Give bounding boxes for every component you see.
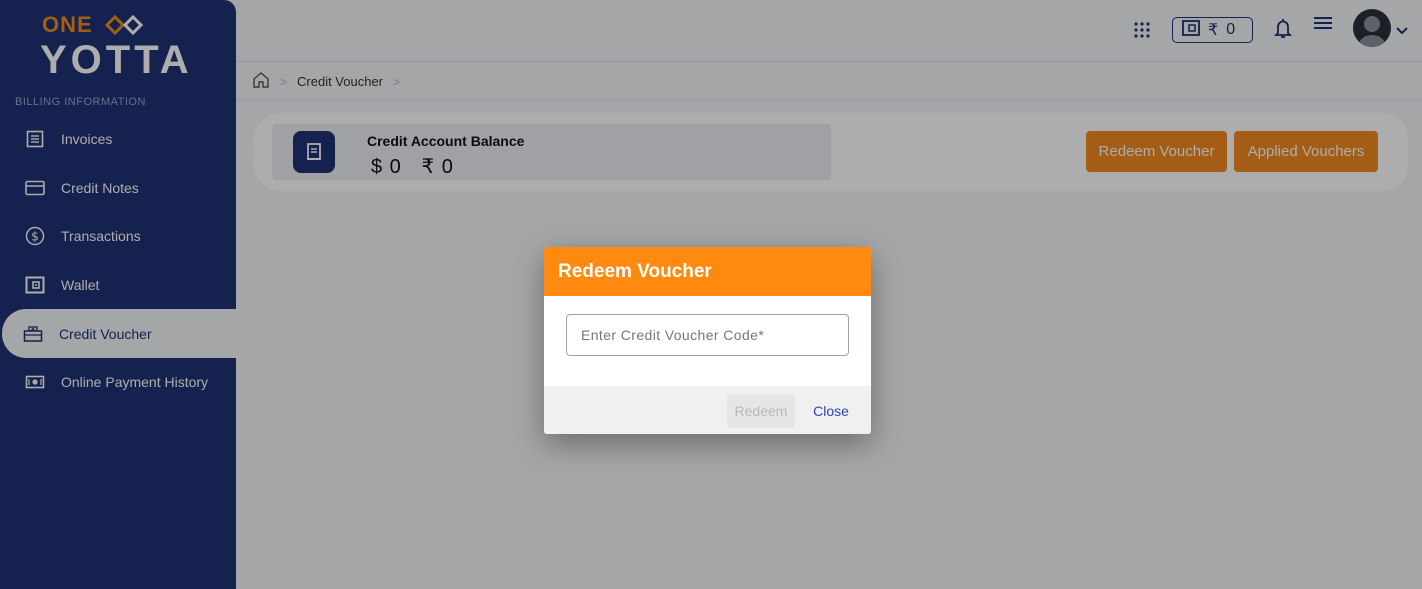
dialog-footer: Redeem Close	[544, 386, 871, 434]
close-button[interactable]: Close	[806, 394, 856, 428]
dialog-title: Redeem Voucher	[544, 247, 871, 296]
redeem-button[interactable]: Redeem	[727, 394, 795, 428]
dialog-body	[544, 296, 871, 386]
redeem-voucher-dialog: Redeem Voucher Redeem Close	[544, 247, 871, 434]
voucher-code-input[interactable]	[566, 314, 849, 356]
